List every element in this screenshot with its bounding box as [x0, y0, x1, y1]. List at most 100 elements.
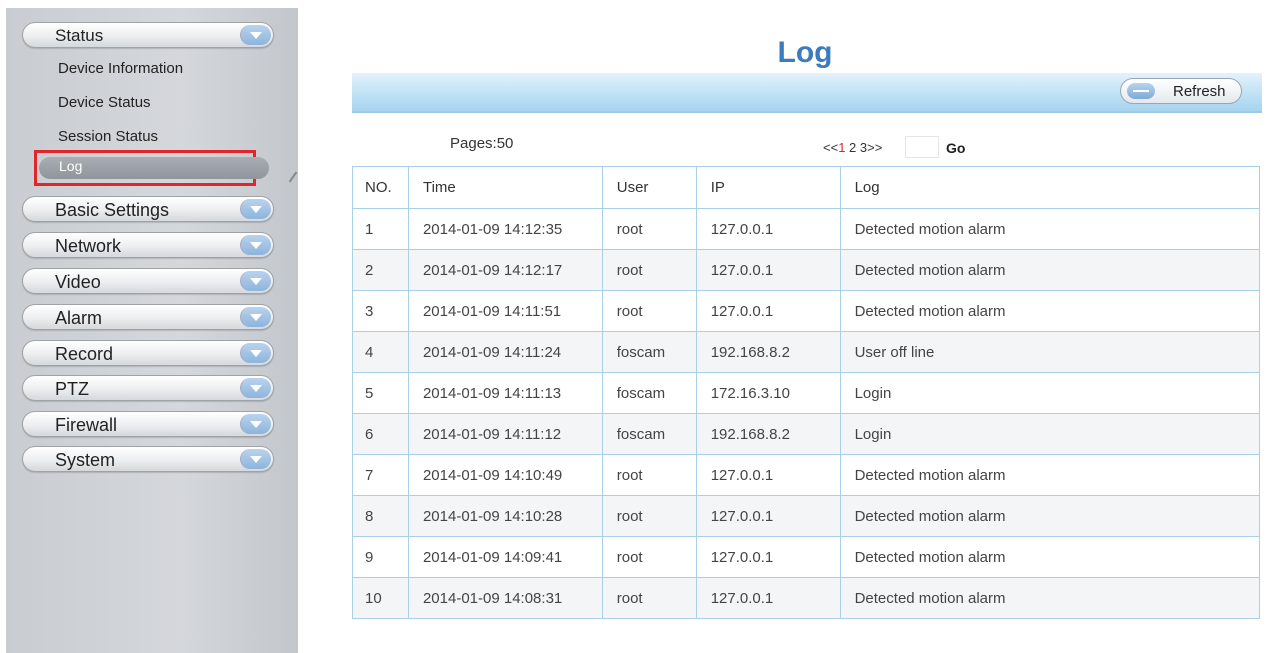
- cell-log: Detected motion alarm: [839, 208, 1261, 250]
- chevron-down-icon: [240, 343, 271, 363]
- cell-log: Detected motion alarm: [839, 536, 1261, 578]
- cell-log: Detected motion alarm: [839, 577, 1261, 619]
- pager-page-1-link[interactable]: 1: [838, 140, 845, 155]
- cell-time: 2014-01-09 14:11:24: [407, 331, 603, 373]
- menu-ptz-button[interactable]: PTZ: [22, 375, 274, 401]
- cell-user: foscam: [601, 331, 697, 373]
- cursor-mark: [288, 171, 298, 183]
- chevron-down-icon: [240, 414, 271, 434]
- cell-time: 2014-01-09 14:11:13: [407, 372, 603, 414]
- cell-no: 4: [352, 331, 409, 373]
- cell-no: 3: [352, 290, 409, 332]
- cell-ip: 127.0.0.1: [695, 249, 841, 291]
- cell-user: root: [601, 249, 697, 291]
- menu-video-button[interactable]: Video: [22, 268, 274, 294]
- cell-ip: 127.0.0.1: [695, 536, 841, 578]
- table-row: 1 2014-01-09 14:12:35 root 127.0.0.1 Det…: [352, 208, 1261, 250]
- cell-no: 9: [352, 536, 409, 578]
- cell-ip: 127.0.0.1: [695, 495, 841, 537]
- menu-firewall-label: Firewall: [55, 415, 118, 435]
- cell-log: User off line: [839, 331, 1261, 373]
- pager-prev-link[interactable]: <<: [823, 140, 838, 155]
- menu-status-button[interactable]: Status: [22, 22, 274, 48]
- column-header-time: Time: [407, 166, 603, 209]
- menu-basic-settings-button[interactable]: Basic Settings: [22, 196, 274, 222]
- pages-count: Pages:50: [450, 135, 514, 152]
- table-row: 7 2014-01-09 14:10:49 root 127.0.0.1 Det…: [352, 454, 1261, 496]
- menu-ptz-label: PTZ: [55, 379, 89, 399]
- cell-no: 5: [352, 372, 409, 414]
- cell-ip: 127.0.0.1: [695, 208, 841, 250]
- table-row: 4 2014-01-09 14:11:24 foscam 192.168.8.2…: [352, 331, 1261, 373]
- sidebar-item-log-label: Log: [59, 158, 83, 174]
- page-title: Log: [777, 36, 833, 69]
- go-button[interactable]: Go: [946, 140, 965, 156]
- menu-network-label: Network: [55, 236, 122, 256]
- cell-no: 2: [352, 249, 409, 291]
- cell-user: root: [601, 495, 697, 537]
- cell-ip: 192.168.8.2: [695, 413, 841, 455]
- chevron-down-icon: [240, 271, 271, 291]
- menu-system-button[interactable]: System: [22, 446, 274, 472]
- menu-video-label: Video: [55, 272, 101, 292]
- table-row: 9 2014-01-09 14:09:41 root 127.0.0.1 Det…: [352, 536, 1261, 578]
- cell-time: 2014-01-09 14:12:35: [407, 208, 603, 250]
- cell-no: 1: [352, 208, 409, 250]
- table-row: 6 2014-01-09 14:11:12 foscam 192.168.8.2…: [352, 413, 1261, 455]
- sidebar-item-log[interactable]: Log: [34, 150, 269, 186]
- cell-log: Login: [839, 372, 1261, 414]
- menu-alarm-label: Alarm: [55, 308, 103, 328]
- table-row: 2 2014-01-09 14:12:17 root 127.0.0.1 Det…: [352, 249, 1261, 291]
- refresh-button[interactable]: Refresh: [1120, 78, 1242, 104]
- sidebar-item-session-status[interactable]: Session Status: [58, 128, 158, 145]
- cell-time: 2014-01-09 14:10:49: [407, 454, 603, 496]
- menu-record-label: Record: [55, 344, 114, 364]
- table-header-row: NO. Time User IP Log: [352, 166, 1261, 209]
- menu-record-button[interactable]: Record: [22, 340, 274, 366]
- cell-no: 7: [352, 454, 409, 496]
- cell-time: 2014-01-09 14:12:17: [407, 249, 603, 291]
- menu-firewall-button[interactable]: Firewall: [22, 411, 274, 437]
- cell-user: root: [601, 536, 697, 578]
- cell-user: root: [601, 454, 697, 496]
- cell-time: 2014-01-09 14:09:41: [407, 536, 603, 578]
- cell-no: 10: [352, 577, 409, 619]
- chevron-down-icon: [240, 378, 271, 398]
- cell-log: Detected motion alarm: [839, 454, 1261, 496]
- cell-ip: 192.168.8.2: [695, 331, 841, 373]
- sidebar-item-device-status[interactable]: Device Status: [58, 94, 151, 111]
- sidebar-item-device-information[interactable]: Device Information: [58, 60, 183, 77]
- cell-log: Detected motion alarm: [839, 249, 1261, 291]
- menu-alarm-button[interactable]: Alarm: [22, 304, 274, 330]
- refresh-icon: [1127, 83, 1155, 99]
- cell-user: root: [601, 577, 697, 619]
- cell-user: foscam: [601, 413, 697, 455]
- pager-next-link[interactable]: >>: [867, 140, 882, 155]
- chevron-down-icon: [240, 25, 271, 45]
- menu-basic-settings-label: Basic Settings: [55, 200, 170, 220]
- column-header-user: User: [601, 166, 697, 209]
- menu-system-label: System: [55, 450, 116, 470]
- chevron-down-icon: [240, 235, 271, 255]
- cell-time: 2014-01-09 14:08:31: [407, 577, 603, 619]
- pager-page-2-link[interactable]: 2: [849, 140, 856, 155]
- table-row: 10 2014-01-09 14:08:31 root 127.0.0.1 De…: [352, 577, 1261, 619]
- cell-user: root: [601, 290, 697, 332]
- cell-time: 2014-01-09 14:10:28: [407, 495, 603, 537]
- table-row: 8 2014-01-09 14:10:28 root 127.0.0.1 Det…: [352, 495, 1261, 537]
- sidebar-menu: Status Device Information Device Status …: [6, 8, 298, 653]
- cell-log: Detected motion alarm: [839, 495, 1261, 537]
- log-table: NO. Time User IP Log 1 2014-01-09 14:12:…: [352, 166, 1261, 619]
- cell-user: foscam: [601, 372, 697, 414]
- refresh-label: Refresh: [1173, 83, 1226, 100]
- cell-ip: 127.0.0.1: [695, 577, 841, 619]
- cell-log: Login: [839, 413, 1261, 455]
- menu-network-button[interactable]: Network: [22, 232, 274, 258]
- cell-no: 6: [352, 413, 409, 455]
- cell-user: root: [601, 208, 697, 250]
- page-number-input[interactable]: [905, 136, 939, 158]
- cell-ip: 127.0.0.1: [695, 290, 841, 332]
- chevron-down-icon: [240, 449, 271, 469]
- column-header-log: Log: [839, 166, 1261, 209]
- column-header-ip: IP: [695, 166, 841, 209]
